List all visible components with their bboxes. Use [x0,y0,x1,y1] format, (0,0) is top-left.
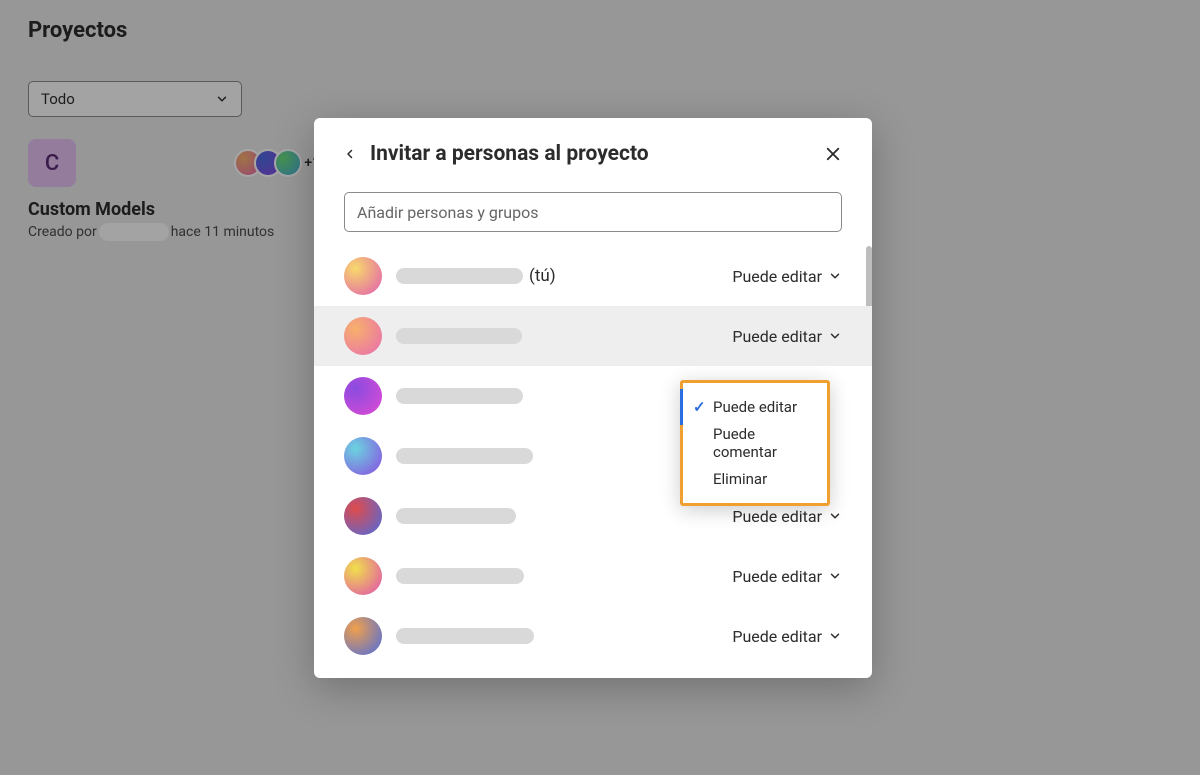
member-name [396,448,533,464]
member-name-redacted [396,628,534,644]
created-time: hace 11 minutos [171,224,275,240]
permission-label: Puede editar [732,507,822,526]
project-card-header: C +13 [28,139,328,187]
chevron-down-icon [828,629,842,643]
member-avatar [344,317,382,355]
member-name [396,388,523,404]
permission-select[interactable]: Puede editar [732,327,842,346]
project-meta: Creado por hace 11 minutos [28,223,328,241]
chevron-down-icon [828,329,842,343]
chevron-down-icon [828,269,842,283]
member-avatar [344,257,382,295]
permission-label: Puede editar [732,327,822,346]
permission-dropdown: Puede editarPuede comentarEliminar [680,380,830,506]
member-avatar [344,617,382,655]
permission-select[interactable]: Puede editar [732,267,842,286]
modal-header: Invitar a personas al proyecto [314,118,872,166]
filter-select[interactable]: Todo [28,81,242,117]
member-name [396,328,522,344]
member-name-redacted [396,388,523,404]
permission-label: Puede editar [732,627,822,646]
you-suffix: (tú) [529,266,556,286]
filter-selected-value: Todo [41,90,75,108]
permission-label: Puede editar [732,267,822,286]
dropdown-option[interactable]: Puede editar [680,389,827,425]
creator-redacted [99,223,169,241]
member-name-redacted [396,448,533,464]
member-row: Puede editar [314,306,872,366]
avatar [274,149,302,177]
member-row: (tú) Puede editar [314,246,872,306]
project-name: Custom Models [28,199,328,220]
dropdown-option[interactable]: Eliminar [683,461,827,497]
permission-select[interactable]: Puede editar [732,507,842,526]
permission-select[interactable]: Puede editar [732,567,842,586]
project-avatar: C [28,139,76,187]
project-avatar-initial: C [45,151,59,176]
dropdown-option[interactable]: Puede comentar [683,425,827,461]
close-button[interactable] [824,145,842,163]
back-button[interactable] [344,144,356,164]
member-avatar [344,557,382,595]
member-avatar [344,497,382,535]
member-name [396,568,524,584]
member-name-redacted [396,568,524,584]
member-row: Puede editar [314,606,872,666]
chevron-down-icon [215,92,229,106]
member-name-redacted [396,328,522,344]
member-avatar [344,437,382,475]
permission-label: Puede editar [732,567,822,586]
member-name-redacted [396,508,516,524]
modal-search-wrap [344,192,842,232]
member-name: (tú) [396,266,556,286]
member-name [396,628,534,644]
page-title: Proyectos [28,18,1172,43]
member-name [396,508,516,524]
chevron-down-icon [828,509,842,523]
permission-select[interactable]: Puede editar [732,627,842,646]
member-name-redacted [396,268,523,284]
filter-row: Todo [28,81,1172,117]
member-avatar [344,377,382,415]
chevron-down-icon [828,569,842,583]
created-by-label: Creado por [28,224,97,240]
add-people-input[interactable] [344,192,842,232]
modal-title: Invitar a personas al proyecto [370,142,649,166]
member-row: Puede editar [314,546,872,606]
project-card[interactable]: C +13 Custom Models Creado por hace 11 m… [28,139,328,241]
